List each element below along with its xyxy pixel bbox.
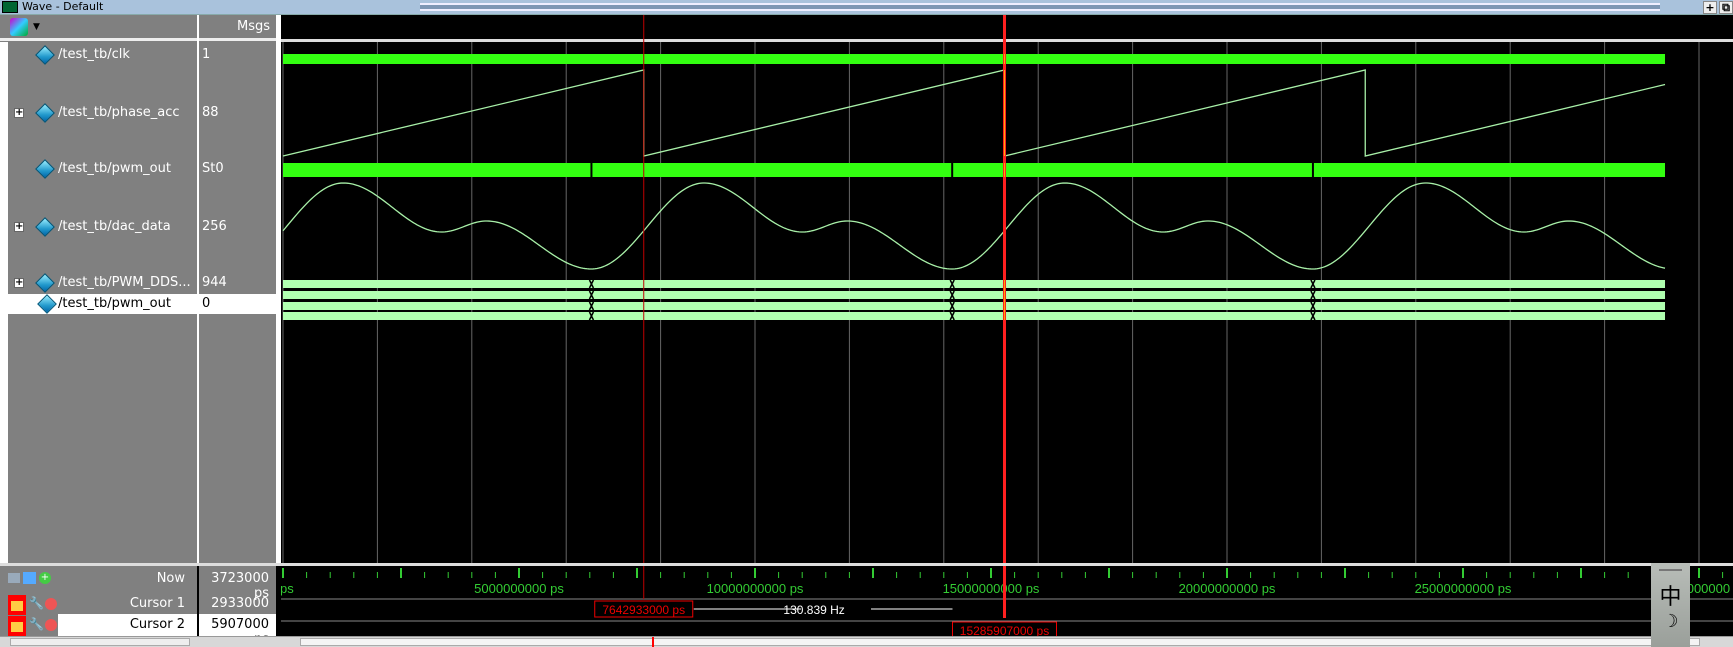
pwm-edge bbox=[1311, 163, 1314, 177]
ime-toolbar[interactable]: 中 ☽ bbox=[1651, 563, 1690, 647]
time-tick-label: 25000000000 ps bbox=[1415, 581, 1512, 596]
signal-row[interactable]: /test_tb/pwm_out 0 bbox=[0, 294, 276, 314]
cursor2-lock-icon[interactable] bbox=[8, 616, 26, 636]
signal-row[interactable]: + /test_tb/dac_data 256 bbox=[0, 217, 276, 237]
signal-name[interactable]: /test_tb/clk bbox=[58, 46, 130, 64]
remove-cursor2-icon[interactable] bbox=[45, 619, 57, 631]
window-titlebar: Wave - Default + ⧉ bbox=[0, 0, 1733, 15]
signal-name[interactable]: /test_tb/pwm_out bbox=[58, 160, 171, 178]
wave-scroll-thumb[interactable] bbox=[300, 638, 1700, 646]
window-title: Wave - Default bbox=[22, 0, 104, 13]
pwm-edge bbox=[951, 163, 954, 177]
time-tick-label: 15000000000 ps bbox=[943, 581, 1040, 596]
names-scroll-thumb[interactable] bbox=[10, 638, 190, 646]
timeline-ruler[interactable]: ps 5000000000 ps 10000000000 ps 15000000000… bbox=[281, 566, 1733, 639]
cursor-panel: + Now 3723000 ps 🔧 Cursor 1 2933000 ps 🔧… bbox=[0, 563, 1733, 647]
waveform-pane[interactable] bbox=[281, 15, 1733, 563]
cursor1-label[interactable]: Cursor 1 bbox=[60, 596, 185, 611]
pwm-out-bus-wave bbox=[283, 302, 1666, 310]
signal-value: 256 bbox=[202, 219, 227, 234]
waveform-canvas[interactable] bbox=[281, 15, 1733, 563]
moon-icon[interactable]: ☽ bbox=[1651, 611, 1690, 632]
signal-value: 0 bbox=[202, 296, 211, 311]
pwm-edge bbox=[590, 163, 593, 177]
time-tick-label: 10000000000 ps bbox=[707, 581, 804, 596]
undock-button[interactable]: ⧉ bbox=[1719, 1, 1733, 14]
signal-row[interactable]: + /test_tb/phase_acc 88 bbox=[0, 103, 276, 123]
cursor1-lock-icon[interactable] bbox=[8, 595, 26, 615]
signal-diamond-icon bbox=[35, 45, 55, 65]
header-separator bbox=[281, 39, 1733, 42]
dac-data-wave bbox=[282, 182, 1666, 270]
signal-diamond-icon bbox=[35, 273, 55, 293]
signal-name[interactable]: /test_tb/phase_acc bbox=[58, 104, 180, 122]
now-label: Now bbox=[156, 571, 185, 586]
time-tick-label: 20000000000 ps bbox=[1179, 581, 1276, 596]
time-tick-label: ps bbox=[281, 581, 294, 596]
expand-icon[interactable]: + bbox=[14, 278, 24, 288]
names-header: ▼ bbox=[0, 15, 197, 41]
signal-value: 944 bbox=[202, 275, 227, 290]
cursor-delta-label: 130.839 Hz bbox=[783, 603, 844, 617]
dock-button[interactable]: + bbox=[1703, 1, 1717, 14]
signal-name[interactable]: /test_tb/dac_data bbox=[58, 218, 171, 236]
phase-acc-wave bbox=[282, 69, 1666, 157]
signal-diamond-icon bbox=[35, 103, 55, 123]
titlebar-grip[interactable] bbox=[420, 3, 1660, 11]
clk-wave bbox=[283, 54, 1666, 64]
pwm-dds-bus-wave bbox=[283, 291, 1666, 299]
signal-row[interactable]: + /test_tb/PWM_DDS... 944 bbox=[0, 273, 276, 293]
cursor1-scroll-marker bbox=[652, 637, 654, 647]
signal-diamond-icon bbox=[35, 217, 55, 237]
wrench-icon[interactable]: 🔧 bbox=[29, 617, 44, 631]
signal-name[interactable]: /test_tb/pwm_out bbox=[58, 295, 171, 313]
cursor-tool-icon[interactable] bbox=[8, 573, 20, 583]
signal-value: St0 bbox=[202, 161, 224, 176]
msgs-label: Msgs bbox=[236, 19, 270, 34]
signal-name[interactable]: /test_tb/PWM_DDS... bbox=[58, 274, 191, 292]
signal-value: 88 bbox=[202, 105, 219, 120]
signal-diamond-icon bbox=[37, 294, 57, 314]
values-header: Msgs bbox=[199, 15, 276, 41]
pwm-dds-bus-wave bbox=[283, 280, 1666, 288]
expand-icon[interactable]: + bbox=[14, 222, 24, 232]
add-cursor-icon[interactable]: + bbox=[39, 572, 51, 584]
cursor1-time: 7642933000 ps bbox=[602, 603, 685, 617]
remove-cursor1-icon[interactable] bbox=[45, 598, 57, 610]
pwm-out-bus-wave bbox=[283, 312, 1666, 320]
signal-value: 1 bbox=[202, 47, 211, 62]
signal-diamond-icon bbox=[35, 159, 55, 179]
expand-icon[interactable]: + bbox=[14, 108, 24, 118]
signal-row[interactable]: /test_tb/clk 1 bbox=[0, 45, 276, 65]
wrench-icon[interactable]: 🔧 bbox=[29, 596, 44, 610]
add-signal-icon[interactable] bbox=[10, 18, 28, 36]
signal-row[interactable]: /test_tb/pwm_out St0 bbox=[0, 159, 276, 179]
horizontal-scrollbar[interactable] bbox=[0, 636, 1733, 647]
wave-window-icon bbox=[2, 1, 18, 13]
dropdown-arrow-icon[interactable]: ▼ bbox=[33, 22, 40, 32]
pwm-out-wave bbox=[283, 163, 1666, 177]
zoom-icon[interactable] bbox=[23, 572, 36, 584]
time-tick-label: 5000000000 ps bbox=[474, 581, 564, 596]
cursor2-label[interactable]: Cursor 2 bbox=[60, 617, 185, 632]
ime-chinese-mode[interactable]: 中 bbox=[1651, 579, 1690, 611]
